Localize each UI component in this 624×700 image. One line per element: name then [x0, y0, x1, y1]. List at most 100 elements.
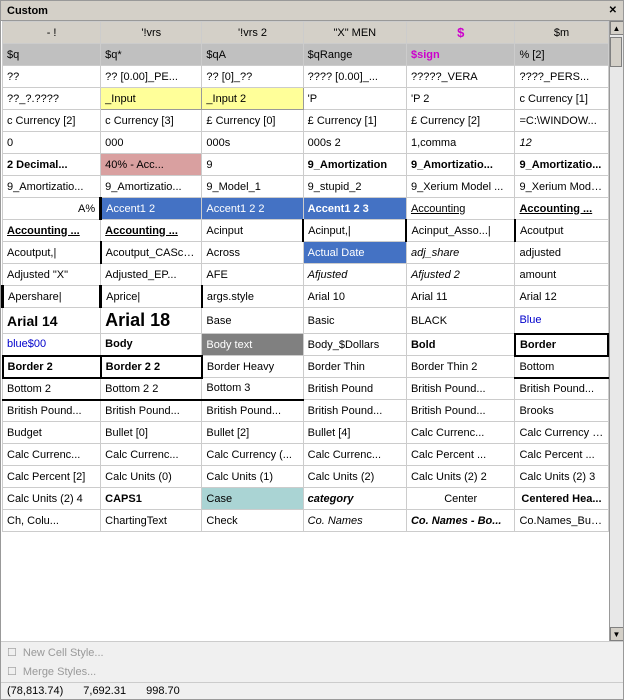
list-item[interactable]: Accounting ...: [515, 198, 608, 220]
list-item[interactable]: 9_Amortizatio...: [406, 154, 514, 176]
list-item[interactable]: British Pound...: [303, 400, 406, 422]
list-item[interactable]: $sign: [406, 44, 514, 66]
list-item[interactable]: British Pound...: [515, 378, 608, 400]
vertical-scrollbar[interactable]: ▲ ▼: [609, 21, 623, 641]
list-item[interactable]: ?????_VERA: [406, 66, 514, 88]
list-item[interactable]: Calc Currenc...: [101, 444, 202, 466]
list-item[interactable]: 9_Xerium Model ...: [406, 176, 514, 198]
list-item[interactable]: AFE: [202, 264, 303, 286]
list-item[interactable]: Check: [202, 510, 303, 532]
list-item[interactable]: Calc Currenc...: [406, 422, 514, 444]
list-item[interactable]: BLACK: [406, 308, 514, 334]
list-item[interactable]: $qA: [202, 44, 303, 66]
list-item[interactable]: 40% - Acc...: [101, 154, 202, 176]
list-item[interactable]: Border Heavy: [202, 356, 303, 378]
table-row[interactable]: - !'!vrs'!vrs 2"X" MEN$$m: [3, 22, 609, 44]
list-item[interactable]: Calc Percent ...: [406, 444, 514, 466]
list-item[interactable]: Ch, Colu...: [3, 510, 101, 532]
list-item[interactable]: Blue: [515, 308, 608, 334]
list-item[interactable]: =C:\WINDOW...: [515, 110, 608, 132]
table-row[interactable]: Apershare|Aprice|args.styleArial 10Arial…: [3, 286, 609, 308]
list-item[interactable]: Acinput,|: [303, 220, 406, 242]
table-row[interactable]: ???? [0.00]_PE...?? [0]_?????? [0.00]_..…: [3, 66, 609, 88]
table-row[interactable]: c Currency [2]c Currency [3] £ Currency […: [3, 110, 609, 132]
table-row[interactable]: Border 2Border 2 2Border HeavyBorder Thi…: [3, 356, 609, 378]
list-item[interactable]: Aprice|: [101, 286, 202, 308]
list-item[interactable]: 12: [515, 132, 608, 154]
list-item[interactable]: Adjusted_EP...: [101, 264, 202, 286]
list-item[interactable]: British Pound...: [3, 400, 101, 422]
list-item[interactable]: 'P: [303, 88, 406, 110]
list-item[interactable]: "X" MEN: [303, 22, 406, 44]
list-item[interactable]: ???? [0.00]_...: [303, 66, 406, 88]
list-item[interactable]: Apershare|: [3, 286, 101, 308]
list-item[interactable]: c Currency [2]: [3, 110, 101, 132]
table-row[interactable]: Calc Units (2) 4CAPS1CasecategoryCenterC…: [3, 488, 609, 510]
list-item[interactable]: Basic: [303, 308, 406, 334]
list-item[interactable]: 9_stupid_2: [303, 176, 406, 198]
list-item[interactable]: 'P 2: [406, 88, 514, 110]
list-item[interactable]: Centered Hea...: [515, 488, 608, 510]
table-row[interactable]: BudgetBullet [0]Bullet [2]Bullet [4]Calc…: [3, 422, 609, 444]
list-item[interactable]: Co.Names_Buildup...: [515, 510, 608, 532]
list-item[interactable]: args.style: [202, 286, 303, 308]
list-item[interactable]: Body text: [202, 334, 303, 356]
list-item[interactable]: $: [406, 22, 514, 44]
list-item[interactable]: British Pound: [303, 378, 406, 400]
list-item[interactable]: Bottom 2 2: [101, 378, 202, 400]
window-controls[interactable]: ✕: [609, 5, 617, 16]
list-item[interactable]: Border 2: [3, 356, 101, 378]
table-row[interactable]: 2 Decimal...40% - Acc...99_Amortization9…: [3, 154, 609, 176]
list-item[interactable]: category: [303, 488, 406, 510]
list-item[interactable]: £ Currency [1]: [303, 110, 406, 132]
list-item[interactable]: Co. Names - Bo...: [406, 510, 514, 532]
list-item[interactable]: Calc Currency (...: [202, 444, 303, 466]
list-item[interactable]: ??_?.????: [3, 88, 101, 110]
list-item[interactable]: '!vrs 2: [202, 22, 303, 44]
list-item[interactable]: Budget: [3, 422, 101, 444]
list-item[interactable]: 9_Amortizatio...: [101, 176, 202, 198]
list-item[interactable]: Border Thin 2: [406, 356, 514, 378]
list-item[interactable]: Accent1 2: [101, 198, 202, 220]
list-item[interactable]: c Currency [3]: [101, 110, 202, 132]
table-row[interactable]: Calc Currenc...Calc Currenc...Calc Curre…: [3, 444, 609, 466]
list-item[interactable]: Body: [101, 334, 202, 356]
list-item[interactable]: Body_$Dollars: [303, 334, 406, 356]
list-item[interactable]: 9_Amortization: [303, 154, 406, 176]
list-item[interactable]: 9_Model_1: [202, 176, 303, 198]
list-item[interactable]: Bullet [0]: [101, 422, 202, 444]
list-item[interactable]: Calc Currenc...: [303, 444, 406, 466]
list-item[interactable]: Brooks: [515, 400, 608, 422]
table-row[interactable]: Arial 14Arial 18BaseBasicBLACKBlue: [3, 308, 609, 334]
table-row[interactable]: ??_?.????_Input_Input 2'P'P 2c Currency …: [3, 88, 609, 110]
list-item[interactable]: ????_PERS...: [515, 66, 608, 88]
table-row[interactable]: Calc Percent [2]Calc Units (0)Calc Units…: [3, 466, 609, 488]
table-row[interactable]: Ch, Colu...ChartingTextCheckCo. NamesCo.…: [3, 510, 609, 532]
list-item[interactable]: British Pound...: [202, 400, 303, 422]
table-row[interactable]: $q$q*$qA$qRange$sign% [2]: [3, 44, 609, 66]
list-item[interactable]: Calc Units (2) 3: [515, 466, 608, 488]
list-item[interactable]: Calc Units (1): [202, 466, 303, 488]
list-item[interactable]: Acoutput: [515, 220, 608, 242]
list-item[interactable]: $q*: [101, 44, 202, 66]
list-item[interactable]: Arial 10: [303, 286, 406, 308]
list-item[interactable]: 000s 2: [303, 132, 406, 154]
list-item[interactable]: 0: [3, 132, 101, 154]
list-item[interactable]: Accounting ...: [3, 220, 101, 242]
list-item[interactable]: Bold: [406, 334, 514, 356]
list-item[interactable]: 9_Amortizatio...: [515, 154, 608, 176]
list-item[interactable]: _Input 2: [202, 88, 303, 110]
table-row[interactable]: Bottom 2Bottom 2 2Bottom 3British PoundB…: [3, 378, 609, 400]
list-item[interactable]: 000: [101, 132, 202, 154]
list-item[interactable]: Afjusted 2: [406, 264, 514, 286]
new-cell-style-button[interactable]: ☐ New Cell Style...: [7, 644, 617, 661]
list-item[interactable]: Case: [202, 488, 303, 510]
list-item[interactable]: Bottom: [515, 356, 608, 378]
list-item[interactable]: Accounting ...: [101, 220, 202, 242]
list-item[interactable]: A%: [3, 198, 101, 220]
list-item[interactable]: _Input: [101, 88, 202, 110]
new-cell-style-label[interactable]: New Cell Style...: [23, 647, 104, 659]
list-item[interactable]: Calc Currenc...: [3, 444, 101, 466]
list-item[interactable]: British Pound...: [101, 400, 202, 422]
list-item[interactable]: Bullet [2]: [202, 422, 303, 444]
